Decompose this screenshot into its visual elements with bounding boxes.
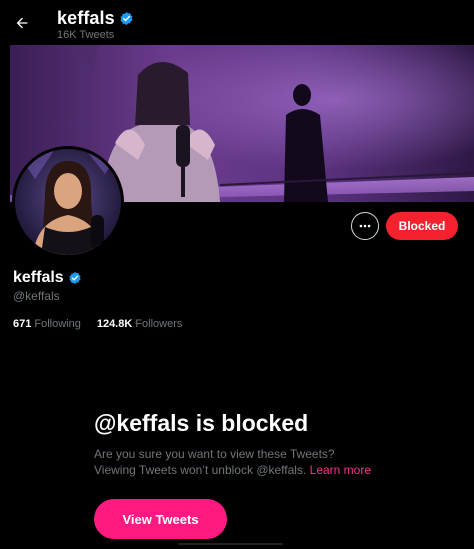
avatar-image: [15, 149, 121, 255]
view-tweets-button[interactable]: View Tweets: [94, 499, 227, 539]
blocked-title: @keffals is blocked: [94, 410, 309, 436]
blocked-desc-line2: Viewing Tweets won’t unblock @keffals.: [94, 463, 310, 477]
header-name: keffals: [57, 8, 115, 28]
avatar[interactable]: [12, 146, 124, 258]
verified-badge-icon: [120, 11, 133, 26]
profile-page: keffals 16K Tweets Blocked keffals @keff…: [0, 0, 474, 549]
back-button[interactable]: [8, 9, 36, 37]
top-bar: keffals 16K Tweets: [0, 0, 474, 44]
blocked-button[interactable]: Blocked: [386, 212, 458, 240]
arrow-left-icon: [16, 17, 28, 29]
following-link[interactable]: 671 Following: [13, 318, 81, 330]
profile-stats: 671 Following 124.8K Followers: [13, 318, 182, 330]
learn-more-link[interactable]: Learn more: [310, 463, 371, 477]
following-label: Following: [34, 318, 81, 330]
tweet-count: 16K Tweets: [57, 29, 115, 41]
blocked-desc-line1: Are you sure you want to view these Twee…: [94, 447, 335, 461]
following-count: 671: [13, 318, 32, 330]
profile-handle: @keffals: [13, 289, 60, 303]
more-horizontal-icon: [359, 224, 371, 228]
scroll-indicator: [178, 543, 283, 545]
blocked-description: Are you sure you want to view these Twee…: [94, 446, 404, 478]
verified-badge-icon: [69, 271, 81, 285]
more-options-button[interactable]: [351, 212, 379, 240]
blocked-desc-line2-row: Viewing Tweets won’t unblock @keffals. L…: [94, 462, 404, 478]
profile-name: keffals: [13, 269, 64, 286]
followers-label: Followers: [135, 318, 183, 330]
followers-count: 124.8K: [96, 318, 133, 330]
followers-link[interactable]: 124.8K Followers: [97, 318, 183, 330]
